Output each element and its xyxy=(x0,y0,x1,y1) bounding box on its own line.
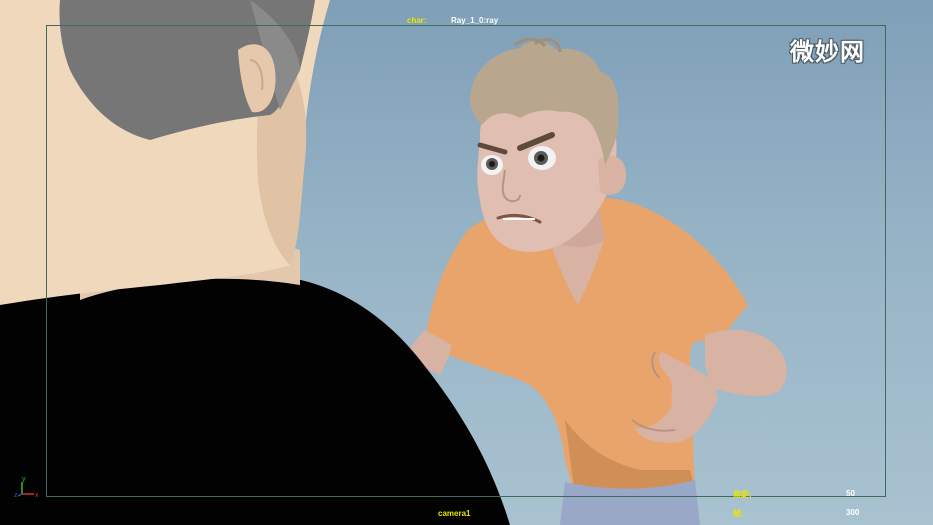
axis-gizmo-icon: y x z xyxy=(14,476,39,499)
axis-y-label: y xyxy=(22,476,26,483)
hud-char-value: Ray_1_0:ray xyxy=(451,16,499,25)
hud-focal-length-label: 焦距: xyxy=(733,490,752,499)
resolution-gate xyxy=(46,25,886,497)
hud-focal-length-value: 50 xyxy=(846,489,855,498)
hud-char-label: char: xyxy=(407,16,427,25)
axis-z-label: z xyxy=(14,492,18,499)
hud-frame-label: 帧: xyxy=(733,509,744,518)
hud-frame-value: 300 xyxy=(846,508,860,517)
watermark-logo: 微妙网 xyxy=(790,39,865,66)
viewport-3d[interactable]: char: Ray_1_0:ray camera1 焦距: 50 帧: 300 … xyxy=(0,0,933,525)
axis-x-label: x xyxy=(35,492,39,499)
hud-camera-name: camera1 xyxy=(438,509,471,518)
